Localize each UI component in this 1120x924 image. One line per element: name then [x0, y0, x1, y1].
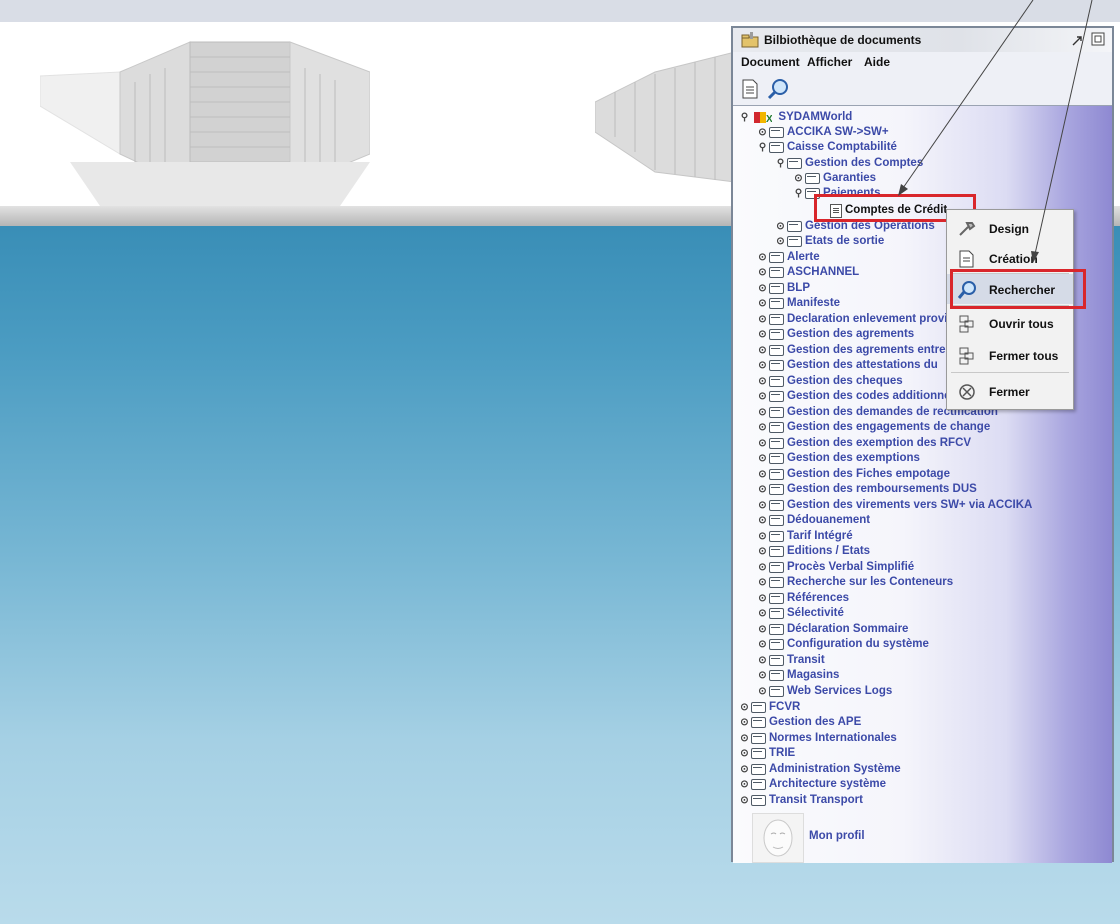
annotation-arrows — [898, 0, 1093, 263]
